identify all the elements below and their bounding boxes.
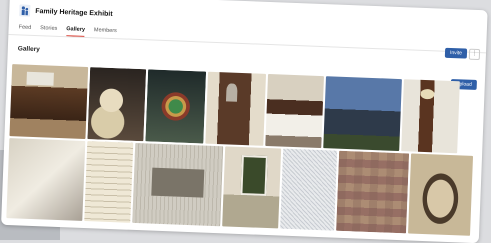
gallery-photo-stuffed-bear[interactable]: [87, 67, 147, 142]
gallery-photo-engraving[interactable]: [132, 142, 224, 227]
page-title: Family Heritage Exhibit: [35, 7, 113, 18]
gallery-row: [6, 138, 477, 236]
gallery-photo-framed-portrait[interactable]: [408, 153, 474, 236]
app-window: Family Heritage Exhibit Feed Stories Gal…: [1, 0, 488, 243]
gallery-photo-lace[interactable]: [280, 148, 338, 231]
gallery-grid: [6, 64, 480, 238]
gallery-photo-quilt[interactable]: [336, 150, 410, 234]
gallery-photo-stained-glass[interactable]: [145, 69, 207, 144]
divider: [8, 33, 487, 54]
gallery-photo-bed[interactable]: [265, 73, 325, 149]
family-logo-icon: [19, 4, 31, 17]
gallery-photo-old-letter[interactable]: [84, 141, 134, 223]
gallery-photo-dresser[interactable]: [205, 71, 267, 146]
gallery-photo-window[interactable]: [222, 146, 282, 229]
more-options-icon[interactable]: ⋮: [468, 48, 481, 61]
invite-button[interactable]: Invite: [444, 47, 468, 59]
tab-feed[interactable]: Feed: [18, 24, 32, 34]
header: Family Heritage Exhibit: [19, 3, 113, 21]
gallery-photo-old-house[interactable]: [323, 76, 402, 152]
tab-gallery[interactable]: Gallery: [66, 26, 86, 37]
section-title: Gallery: [17, 45, 40, 54]
tab-stories[interactable]: Stories: [40, 25, 57, 36]
gallery-photo-desk[interactable]: [9, 64, 89, 140]
gallery-photo-grandfather-clock[interactable]: [401, 79, 460, 154]
gallery-photo-linen[interactable]: [6, 138, 86, 221]
